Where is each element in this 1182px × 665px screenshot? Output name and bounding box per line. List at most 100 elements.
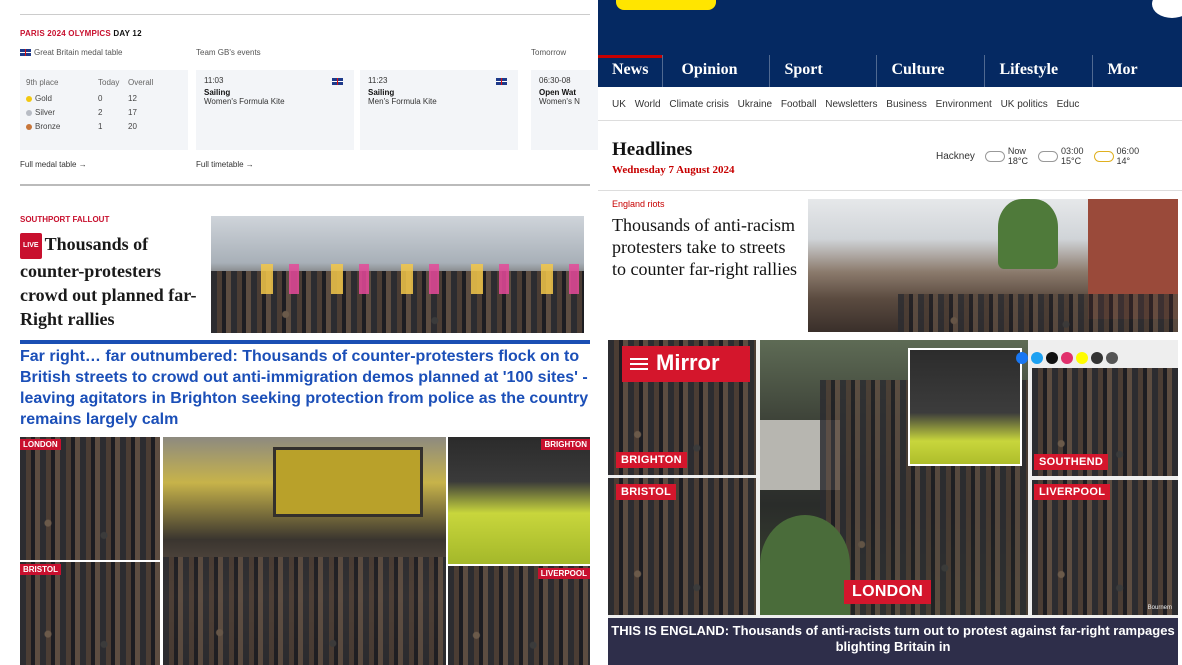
- silver-today: 2: [98, 108, 103, 117]
- telegraph-panel[interactable]: PARIS 2024 OLYMPICS DAY 12 Great Britain…: [8, 0, 598, 665]
- subnav-divider: [598, 120, 1182, 121]
- guardian-masthead: [598, 0, 1182, 55]
- medal-table: 9th place Today Overall Gold 0 12 Silver…: [20, 70, 188, 150]
- union-flag-icon: [20, 49, 31, 57]
- tree-image: [998, 199, 1058, 269]
- story-kicker: SOUTHPORT FALLOUT: [20, 215, 110, 224]
- olympics-divider: [20, 184, 590, 186]
- nav-lifestyle[interactable]: Lifestyle: [984, 55, 1092, 87]
- nav-opinion[interactable]: Opinion: [662, 55, 769, 87]
- medal-table-header[interactable]: Great Britain medal table: [20, 48, 123, 57]
- lead-headline-link[interactable]: LIVE Thousands of counter-protesters crow…: [20, 232, 210, 331]
- event-time: 11:23: [368, 76, 388, 85]
- subnav-climate[interactable]: Climate crisis: [669, 99, 728, 110]
- instagram-icon[interactable]: [1061, 352, 1073, 364]
- mirror-liverpool-tag: LIVERPOOL: [1034, 484, 1111, 500]
- headlines-date: Wednesday 7 August 2024: [612, 164, 735, 176]
- live-badge: LIVE: [20, 232, 42, 259]
- street-crowd-image: [163, 557, 446, 665]
- gold-overall: 12: [128, 94, 137, 103]
- bronze-overall: 20: [128, 122, 137, 131]
- event-card-2[interactable]: 11:23 Sailing Men's Formula Kite: [360, 70, 518, 150]
- subnav-world[interactable]: World: [635, 99, 661, 110]
- subnav-environment[interactable]: Environment: [936, 99, 992, 110]
- lead-headline: Thousands of counter-protesters crowd ou…: [20, 234, 197, 329]
- weather-slot-0300: 03:00 15°C: [1061, 146, 1084, 166]
- lead-headline-link[interactable]: Thousands of anti-racism protesters take…: [612, 214, 802, 280]
- london-photo[interactable]: LONDON: [20, 437, 160, 560]
- twitter-icon[interactable]: [1031, 352, 1043, 364]
- snapchat-icon[interactable]: [1076, 352, 1088, 364]
- headlines-title: Headlines: [612, 139, 693, 160]
- brighton-tag: BRIGHTON: [541, 439, 590, 450]
- full-medal-table-link[interactable]: Full medal table →: [20, 160, 87, 169]
- liverpool-photo[interactable]: LIVERPOOL: [448, 566, 590, 665]
- mirror-logo: Mirror: [622, 346, 750, 382]
- support-button[interactable]: [616, 0, 716, 10]
- sub-headline-link[interactable]: Far right… far outnumbered: Thousands of…: [20, 346, 592, 430]
- nav-news[interactable]: News: [598, 55, 663, 87]
- event-time: 11:03: [204, 76, 224, 85]
- cloud-icon: [1038, 150, 1059, 162]
- placards-image: [241, 264, 581, 294]
- liverpool-crowd-photo: LIVERPOOL Bournem: [1032, 480, 1178, 615]
- col-today: Today: [98, 78, 120, 87]
- gold-today: 0: [98, 94, 103, 103]
- top-divider: [20, 14, 590, 15]
- event-name: Men's Formula Kite: [368, 97, 437, 106]
- subnav-uk-politics[interactable]: UK politics: [1001, 99, 1048, 110]
- event-sport: Sailing: [204, 88, 231, 97]
- nav-sport[interactable]: Sport: [769, 55, 876, 87]
- nav-culture[interactable]: Culture: [876, 55, 984, 87]
- col-overall: Overall: [128, 78, 154, 87]
- guardian-panel[interactable]: News Opinion Sport Culture Lifestyle Mor…: [598, 0, 1182, 665]
- medal-table-head: 9th place Today Overall: [26, 78, 176, 87]
- guardian-logo-icon[interactable]: [1152, 0, 1182, 18]
- event-name: Women's Formula Kite: [204, 97, 285, 106]
- medal-row-silver: Silver 2 17: [26, 108, 176, 117]
- mirror-front-page[interactable]: BRIGHTON Mirror BRISTOL LONDON SOUTHEND …: [608, 340, 1178, 665]
- street-aerial-photo[interactable]: [808, 199, 1178, 332]
- whatsapp-icon[interactable]: [1106, 352, 1118, 364]
- weather-widget[interactable]: Hackney Now 18°C 03:00 15°C 06:00 14°: [936, 146, 1139, 166]
- event-time: 06:30-08: [539, 76, 571, 85]
- southend-crowd-photo: SOUTHEND: [1032, 368, 1178, 476]
- medal-row-gold: Gold 0 12: [26, 94, 176, 103]
- lead-photo-crowd[interactable]: [211, 216, 584, 333]
- facebook-icon[interactable]: [1016, 352, 1028, 364]
- subnav-education[interactable]: Educ: [1057, 99, 1080, 110]
- full-timetable-link[interactable]: Full timetable →: [196, 160, 254, 169]
- subnav-newsletters[interactable]: Newsletters: [825, 99, 877, 110]
- weather-slot-now: Now 18°C: [1007, 146, 1029, 166]
- threads-icon[interactable]: [1091, 352, 1103, 364]
- olympics-day: DAY 12: [113, 29, 142, 38]
- event-sport: Sailing: [368, 88, 395, 97]
- events-header: Team GB's events: [196, 48, 261, 57]
- event-card-3[interactable]: 06:30-08 Open Wat Women's N: [531, 70, 598, 150]
- guardian-subnav: UK World Climate crisis Ukraine Football…: [612, 99, 1085, 110]
- bristol-crowd-photo: BRISTOL: [608, 478, 756, 615]
- mirror-southend-tag: SOUTHEND: [1034, 454, 1109, 470]
- screenshot-root: PARIS 2024 OLYMPICS DAY 12 Great Britain…: [0, 0, 1182, 665]
- union-flag-icon: [332, 78, 343, 85]
- bronze-today: 1: [98, 122, 103, 131]
- street-crowd-image: [898, 294, 1178, 332]
- medal-row-bronze: Bronze 1 20: [26, 122, 176, 131]
- bristol-photo[interactable]: BRISTOL: [20, 562, 160, 665]
- mirror-caption: THIS IS ENGLAND: Thousands of anti-racis…: [608, 618, 1178, 665]
- social-icons: [1016, 352, 1121, 364]
- weather-slot-0600: 06:00 14°: [1116, 146, 1140, 166]
- subnav-business[interactable]: Business: [886, 99, 927, 110]
- street-crowd-photo[interactable]: [163, 437, 446, 665]
- brighton-photo[interactable]: BRIGHTON: [448, 437, 590, 564]
- police-photo: [908, 348, 1022, 466]
- tiktok-icon[interactable]: [1046, 352, 1058, 364]
- silver-overall: 17: [128, 108, 137, 117]
- subnav-uk[interactable]: UK: [612, 99, 626, 110]
- nav-more[interactable]: Mor: [1092, 55, 1151, 87]
- subnav-football[interactable]: Football: [781, 99, 817, 110]
- london-tag: LONDON: [20, 439, 61, 450]
- subnav-ukraine[interactable]: Ukraine: [738, 99, 772, 110]
- event-card-1[interactable]: 11:03 Sailing Women's Formula Kite: [196, 70, 354, 150]
- mirror-london-tag: LONDON: [844, 580, 932, 604]
